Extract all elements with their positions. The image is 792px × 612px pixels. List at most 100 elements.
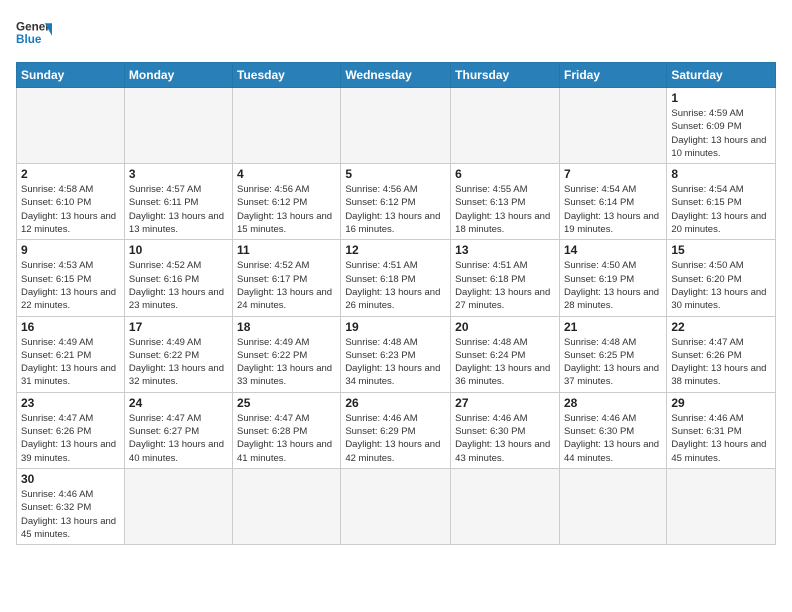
day-number: 21	[564, 320, 662, 334]
day-number: 22	[671, 320, 771, 334]
day-cell: 20 Sunrise: 4:48 AMSunset: 6:24 PMDayligh…	[451, 316, 560, 392]
weekday-wednesday: Wednesday	[341, 63, 451, 88]
day-cell: 18 Sunrise: 4:49 AMSunset: 6:22 PMDayligh…	[233, 316, 341, 392]
day-number: 20	[455, 320, 555, 334]
day-number: 16	[21, 320, 120, 334]
day-info: Sunrise: 4:52 AMSunset: 6:17 PMDaylight:…	[237, 259, 336, 312]
day-cell: 27 Sunrise: 4:46 AMSunset: 6:30 PMDayligh…	[451, 392, 560, 468]
day-info: Sunrise: 4:59 AMSunset: 6:09 PMDaylight:…	[671, 107, 771, 160]
day-cell: 16 Sunrise: 4:49 AMSunset: 6:21 PMDayligh…	[17, 316, 125, 392]
day-info: Sunrise: 4:54 AMSunset: 6:15 PMDaylight:…	[671, 183, 771, 236]
day-info: Sunrise: 4:53 AMSunset: 6:15 PMDaylight:…	[21, 259, 120, 312]
day-info: Sunrise: 4:56 AMSunset: 6:12 PMDaylight:…	[237, 183, 336, 236]
week-row-5: 23 Sunrise: 4:47 AMSunset: 6:26 PMDayligh…	[17, 392, 776, 468]
day-cell: 10 Sunrise: 4:52 AMSunset: 6:16 PMDayligh…	[124, 240, 232, 316]
day-number: 29	[671, 396, 771, 410]
day-cell	[667, 468, 776, 544]
weekday-friday: Friday	[559, 63, 666, 88]
day-cell: 3Sunrise: 4:57 AMSunset: 6:11 PMDaylight…	[124, 164, 232, 240]
day-cell: 8 Sunrise: 4:54 AMSunset: 6:15 PMDaylight…	[667, 164, 776, 240]
day-cell	[17, 88, 125, 164]
weekday-tuesday: Tuesday	[233, 63, 341, 88]
day-info: Sunrise: 4:46 AMSunset: 6:32 PMDaylight:…	[21, 488, 120, 541]
day-cell: 13 Sunrise: 4:51 AMSunset: 6:18 PMDayligh…	[451, 240, 560, 316]
day-number: 6	[455, 167, 555, 181]
day-number: 24	[129, 396, 228, 410]
day-info: Sunrise: 4:49 AMSunset: 6:22 PMDaylight:…	[129, 336, 228, 389]
day-cell: 22 Sunrise: 4:47 AMSunset: 6:26 PMDayligh…	[667, 316, 776, 392]
day-number: 17	[129, 320, 228, 334]
day-info: Sunrise: 4:47 AMSunset: 6:26 PMDaylight:…	[671, 336, 771, 389]
week-row-1: 1 Sunrise: 4:59 AMSunset: 6:09 PMDaylight…	[17, 88, 776, 164]
week-row-2: 2Sunrise: 4:58 AMSunset: 6:10 PMDaylight…	[17, 164, 776, 240]
logo-icon: General Blue	[16, 16, 52, 52]
day-cell: 26 Sunrise: 4:46 AMSunset: 6:29 PMDayligh…	[341, 392, 451, 468]
weekday-thursday: Thursday	[451, 63, 560, 88]
day-number: 27	[455, 396, 555, 410]
day-info: Sunrise: 4:47 AMSunset: 6:26 PMDaylight:…	[21, 412, 120, 465]
day-info: Sunrise: 4:52 AMSunset: 6:16 PMDaylight:…	[129, 259, 228, 312]
day-cell	[559, 468, 666, 544]
weekday-sunday: Sunday	[17, 63, 125, 88]
weekday-header-row: SundayMondayTuesdayWednesdayThursdayFrid…	[17, 63, 776, 88]
day-number: 23	[21, 396, 120, 410]
day-cell: 1 Sunrise: 4:59 AMSunset: 6:09 PMDaylight…	[667, 88, 776, 164]
day-cell: 4 Sunrise: 4:56 AMSunset: 6:12 PMDaylight…	[233, 164, 341, 240]
day-number: 14	[564, 243, 662, 257]
day-cell: 23 Sunrise: 4:47 AMSunset: 6:26 PMDayligh…	[17, 392, 125, 468]
day-info: Sunrise: 4:49 AMSunset: 6:22 PMDaylight:…	[237, 336, 336, 389]
day-number: 9	[21, 243, 120, 257]
day-number: 13	[455, 243, 555, 257]
day-cell	[559, 88, 666, 164]
day-cell	[233, 468, 341, 544]
day-cell: 11 Sunrise: 4:52 AMSunset: 6:17 PMDayligh…	[233, 240, 341, 316]
weekday-saturday: Saturday	[667, 63, 776, 88]
day-cell: 17 Sunrise: 4:49 AMSunset: 6:22 PMDayligh…	[124, 316, 232, 392]
day-info: Sunrise: 4:47 AMSunset: 6:28 PMDaylight:…	[237, 412, 336, 465]
day-info: Sunrise: 4:46 AMSunset: 6:31 PMDaylight:…	[671, 412, 771, 465]
day-cell: 9 Sunrise: 4:53 AMSunset: 6:15 PMDaylight…	[17, 240, 125, 316]
header: General Blue	[16, 16, 776, 52]
day-info: Sunrise: 4:47 AMSunset: 6:27 PMDaylight:…	[129, 412, 228, 465]
day-cell: 29 Sunrise: 4:46 AMSunset: 6:31 PMDayligh…	[667, 392, 776, 468]
day-cell: 14Sunrise: 4:50 AMSunset: 6:19 PMDayligh…	[559, 240, 666, 316]
day-info: Sunrise: 4:48 AMSunset: 6:23 PMDaylight:…	[345, 336, 446, 389]
day-info: Sunrise: 4:48 AMSunset: 6:24 PMDaylight:…	[455, 336, 555, 389]
svg-text:General: General	[16, 20, 52, 33]
day-info: Sunrise: 4:49 AMSunset: 6:21 PMDaylight:…	[21, 336, 120, 389]
day-cell: 21Sunrise: 4:48 AMSunset: 6:25 PMDayligh…	[559, 316, 666, 392]
day-info: Sunrise: 4:55 AMSunset: 6:13 PMDaylight:…	[455, 183, 555, 236]
day-cell	[233, 88, 341, 164]
day-number: 18	[237, 320, 336, 334]
day-number: 25	[237, 396, 336, 410]
week-row-3: 9 Sunrise: 4:53 AMSunset: 6:15 PMDaylight…	[17, 240, 776, 316]
day-number: 10	[129, 243, 228, 257]
day-cell	[341, 88, 451, 164]
day-cell: 28Sunrise: 4:46 AMSunset: 6:30 PMDayligh…	[559, 392, 666, 468]
day-cell	[451, 88, 560, 164]
day-cell: 12Sunrise: 4:51 AMSunset: 6:18 PMDayligh…	[341, 240, 451, 316]
week-row-4: 16 Sunrise: 4:49 AMSunset: 6:21 PMDayligh…	[17, 316, 776, 392]
day-info: Sunrise: 4:50 AMSunset: 6:20 PMDaylight:…	[671, 259, 771, 312]
day-number: 8	[671, 167, 771, 181]
day-number: 5	[345, 167, 446, 181]
day-cell: 7Sunrise: 4:54 AMSunset: 6:14 PMDaylight…	[559, 164, 666, 240]
day-info: Sunrise: 4:46 AMSunset: 6:30 PMDaylight:…	[455, 412, 555, 465]
day-number: 11	[237, 243, 336, 257]
day-number: 2	[21, 167, 120, 181]
svg-text:Blue: Blue	[16, 33, 42, 46]
day-info: Sunrise: 4:51 AMSunset: 6:18 PMDaylight:…	[345, 259, 446, 312]
day-info: Sunrise: 4:51 AMSunset: 6:18 PMDaylight:…	[455, 259, 555, 312]
day-info: Sunrise: 4:46 AMSunset: 6:29 PMDaylight:…	[345, 412, 446, 465]
day-cell: 30Sunrise: 4:46 AMSunset: 6:32 PMDayligh…	[17, 468, 125, 544]
day-cell	[451, 468, 560, 544]
day-cell: 5 Sunrise: 4:56 AMSunset: 6:12 PMDaylight…	[341, 164, 451, 240]
day-number: 1	[671, 91, 771, 105]
day-info: Sunrise: 4:56 AMSunset: 6:12 PMDaylight:…	[345, 183, 446, 236]
day-number: 19	[345, 320, 446, 334]
day-number: 4	[237, 167, 336, 181]
day-number: 26	[345, 396, 446, 410]
day-cell	[124, 468, 232, 544]
day-cell: 2Sunrise: 4:58 AMSunset: 6:10 PMDaylight…	[17, 164, 125, 240]
day-cell	[341, 468, 451, 544]
